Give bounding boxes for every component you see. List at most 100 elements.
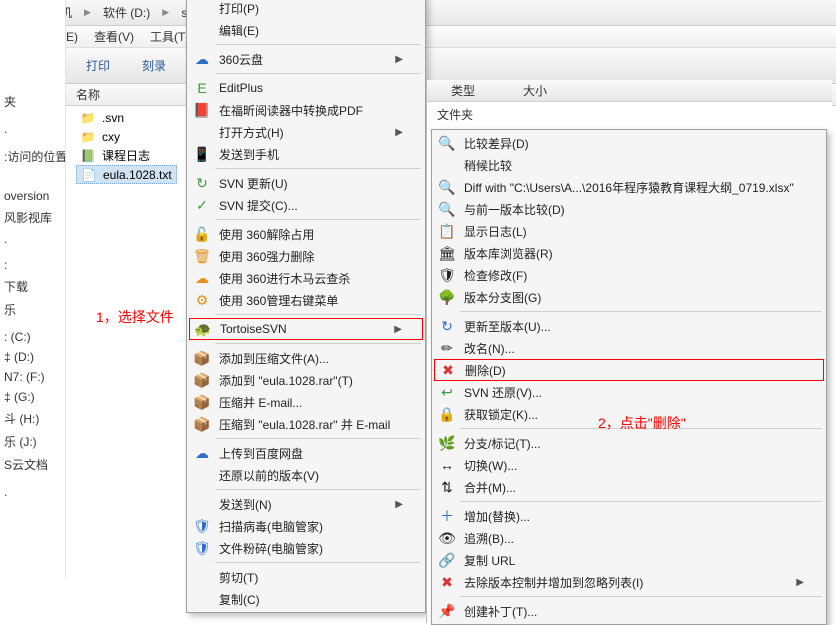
- tree-item[interactable]: :访问的位置: [0, 145, 65, 168]
- menu-item[interactable]: 🛡文件粉碎(电脑管家): [189, 537, 423, 559]
- tree-item[interactable]: [0, 502, 65, 508]
- tree-item[interactable]: : (C:): [0, 327, 65, 347]
- menu-item[interactable]: 复制(C): [189, 588, 423, 610]
- menu-separator: [215, 314, 421, 315]
- tree-item[interactable]: .: [0, 229, 65, 249]
- url-icon: 🔗: [438, 551, 456, 569]
- chevron-right-icon: ▶: [395, 499, 403, 510]
- menu-item[interactable]: 发送到(N)▶: [189, 493, 423, 515]
- menu-item[interactable]: 还原以前的版本(V): [189, 464, 423, 486]
- menu-item[interactable]: 📦添加到 "eula.1028.rar"(T): [189, 369, 423, 391]
- menu-item-label: 删除(D): [465, 362, 506, 379]
- blank-icon: [438, 156, 456, 174]
- tree-item[interactable]: ‡ (D:): [0, 347, 65, 367]
- col-size[interactable]: 大小: [499, 82, 571, 99]
- menu-item[interactable]: 🌳版本分支图(G): [434, 286, 824, 308]
- menu-item[interactable]: 🗑使用 360强力删除: [189, 245, 423, 267]
- menu-item[interactable]: ☁使用 360进行木马云查杀: [189, 267, 423, 289]
- menu-item[interactable]: 打开方式(H)▶: [189, 121, 423, 143]
- menu-item-label: 文件粉碎(电脑管家): [219, 540, 323, 557]
- tortoisesvn-icon: 🐢: [194, 320, 212, 338]
- menu-separator: [215, 562, 421, 563]
- col-name[interactable]: 名称: [66, 86, 176, 103]
- file-row[interactable]: 📁cxy: [76, 127, 177, 146]
- menu-item[interactable]: 📕在福昕阅读器中转换成PDF: [189, 99, 423, 121]
- menu-item[interactable]: ☁上传到百度网盘: [189, 442, 423, 464]
- menu-item-label: 使用 360进行木马云查杀: [219, 270, 350, 287]
- menu-item[interactable]: 📱发送到手机: [189, 143, 423, 165]
- r-icon: 🏛: [438, 244, 456, 262]
- menu-item[interactable]: 📌创建补丁(T)...: [434, 600, 824, 622]
- menu-item[interactable]: ✏改名(N)...: [434, 337, 824, 359]
- menu-item[interactable]: 🐢TortoiseSVN▶: [189, 318, 423, 340]
- tortoisesvn-submenu[interactable]: 🔍 比较差异(D) 稍候比较🔍Diff with "C:\Users\A...\20…: [431, 129, 827, 625]
- menu-item[interactable]: 📋显示日志(L): [434, 220, 824, 242]
- menu-item[interactable]: 👁追溯(B)...: [434, 527, 824, 549]
- chevron-right-icon: ▶: [395, 54, 403, 65]
- menu-item[interactable]: 🏛版本库浏览器(R): [434, 242, 824, 264]
- annotation-1: 1，选择文件: [96, 307, 174, 327]
- file-row[interactable]: 📗课程日志: [76, 146, 177, 165]
- menu-item[interactable]: 📦添加到压缩文件(A)...: [189, 347, 423, 369]
- m-icon: ⇅: [438, 478, 456, 496]
- menu-item-label: 发送到手机: [219, 146, 279, 163]
- file-icon: 📄: [81, 167, 97, 183]
- col-type[interactable]: 类型: [427, 82, 499, 99]
- tree-item[interactable]: :: [0, 255, 65, 275]
- context-menu[interactable]: 打印(P)编辑(E)☁360云盘▶EEditPlus📕在福昕阅读器中转换成PDF…: [186, 0, 426, 613]
- folder-tree-sidebar[interactable]: 夹. :访问的位置 oversion风影视库.:下载乐 : (C:)‡ (D:)N7:…: [0, 0, 66, 578]
- menu-item[interactable]: 稍候比较: [434, 154, 824, 176]
- file-row[interactable]: 📁.svn: [76, 108, 177, 127]
- menu-item-label: 切换(W)...: [464, 457, 517, 474]
- menu-item[interactable]: ✖删除(D): [434, 359, 824, 381]
- tree-item[interactable]: oversion: [0, 186, 65, 206]
- tree-item[interactable]: .: [0, 119, 65, 139]
- menu-item[interactable]: 🔍Diff with "C:\Users\A...\2016年程序猿教育课程大纲…: [434, 176, 824, 198]
- menu-item-label: 压缩到 "eula.1028.rar" 并 E-mail: [219, 416, 390, 433]
- menu-item[interactable]: 📦压缩并 E-mail...: [189, 391, 423, 413]
- tree-item[interactable]: 下载: [0, 275, 65, 298]
- menu-item[interactable]: 🔍与前一版本比较(D): [434, 198, 824, 220]
- menu-item[interactable]: 打印(P): [189, 0, 423, 19]
- tree-item[interactable]: N7: (F:): [0, 367, 65, 387]
- a-icon: 📦: [193, 349, 211, 367]
- tree-item[interactable]: 乐 (J:): [0, 430, 65, 453]
- menu-item[interactable]: ＋增加(替换)...: [434, 505, 824, 527]
- menu-item[interactable]: ↩SVN 还原(V)...: [434, 381, 824, 403]
- menu-item[interactable]: ✓SVN 提交(C)...: [189, 194, 423, 216]
- menu-item-label: 360云盘: [219, 51, 263, 68]
- file-list: 📁.svn📁cxy📗课程日志📄eula.1028.txt: [76, 108, 177, 184]
- menu-item[interactable]: ⚙使用 360管理右键菜单: [189, 289, 423, 311]
- menu-item-label: TortoiseSVN: [220, 322, 287, 336]
- menu-item[interactable]: 🌿分支/标记(T)...: [434, 432, 824, 454]
- menu-item[interactable]: 📦压缩到 "eula.1028.rar" 并 E-mail: [189, 413, 423, 435]
- menu-item[interactable]: 🔍 比较差异(D): [434, 132, 824, 154]
- tree-item[interactable]: 乐: [0, 298, 65, 321]
- menu-item[interactable]: ⇅合并(M)...: [434, 476, 824, 498]
- menu-item[interactable]: ↔切换(W)...: [434, 454, 824, 476]
- tree-item[interactable]: S云文档: [0, 453, 65, 476]
- blank-icon: [193, 123, 211, 141]
- menu-item[interactable]: 🔓使用 360解除占用: [189, 223, 423, 245]
- b-icon: 👁: [438, 529, 456, 547]
- tree-item[interactable]: 夹: [0, 90, 65, 113]
- d-icon: 🔍: [438, 134, 456, 152]
- tree-item[interactable]: .: [0, 482, 65, 502]
- menu-item[interactable]: ✖去除版本控制并增加到忽略列表(I)▶: [434, 571, 824, 593]
- menu-item[interactable]: ↻更新至版本(U)...: [434, 315, 824, 337]
- menu-item-label: 使用 360解除占用: [219, 226, 314, 243]
- tree-item[interactable]: ‡ (G:): [0, 387, 65, 407]
- menu-item[interactable]: 🛡检查修改(F): [434, 264, 824, 286]
- menu-item[interactable]: ↻SVN 更新(U): [189, 172, 423, 194]
- menu-item[interactable]: 编辑(E): [189, 19, 423, 41]
- menu-item[interactable]: 🛡扫描病毒(电脑管家): [189, 515, 423, 537]
- menu-item[interactable]: 🔗复制 URL: [434, 549, 824, 571]
- menu-item[interactable]: 剪切(T): [189, 566, 423, 588]
- menu-item-label: 比较差异(D): [464, 135, 529, 152]
- tree-item[interactable]: 斗 (H:): [0, 407, 65, 430]
- menu-item-label: 上传到百度网盘: [219, 445, 303, 462]
- menu-item[interactable]: ☁360云盘▶: [189, 48, 423, 70]
- tree-item[interactable]: 风影视库: [0, 206, 65, 229]
- menu-item[interactable]: EEditPlus: [189, 77, 423, 99]
- file-row[interactable]: 📄eula.1028.txt: [76, 165, 177, 184]
